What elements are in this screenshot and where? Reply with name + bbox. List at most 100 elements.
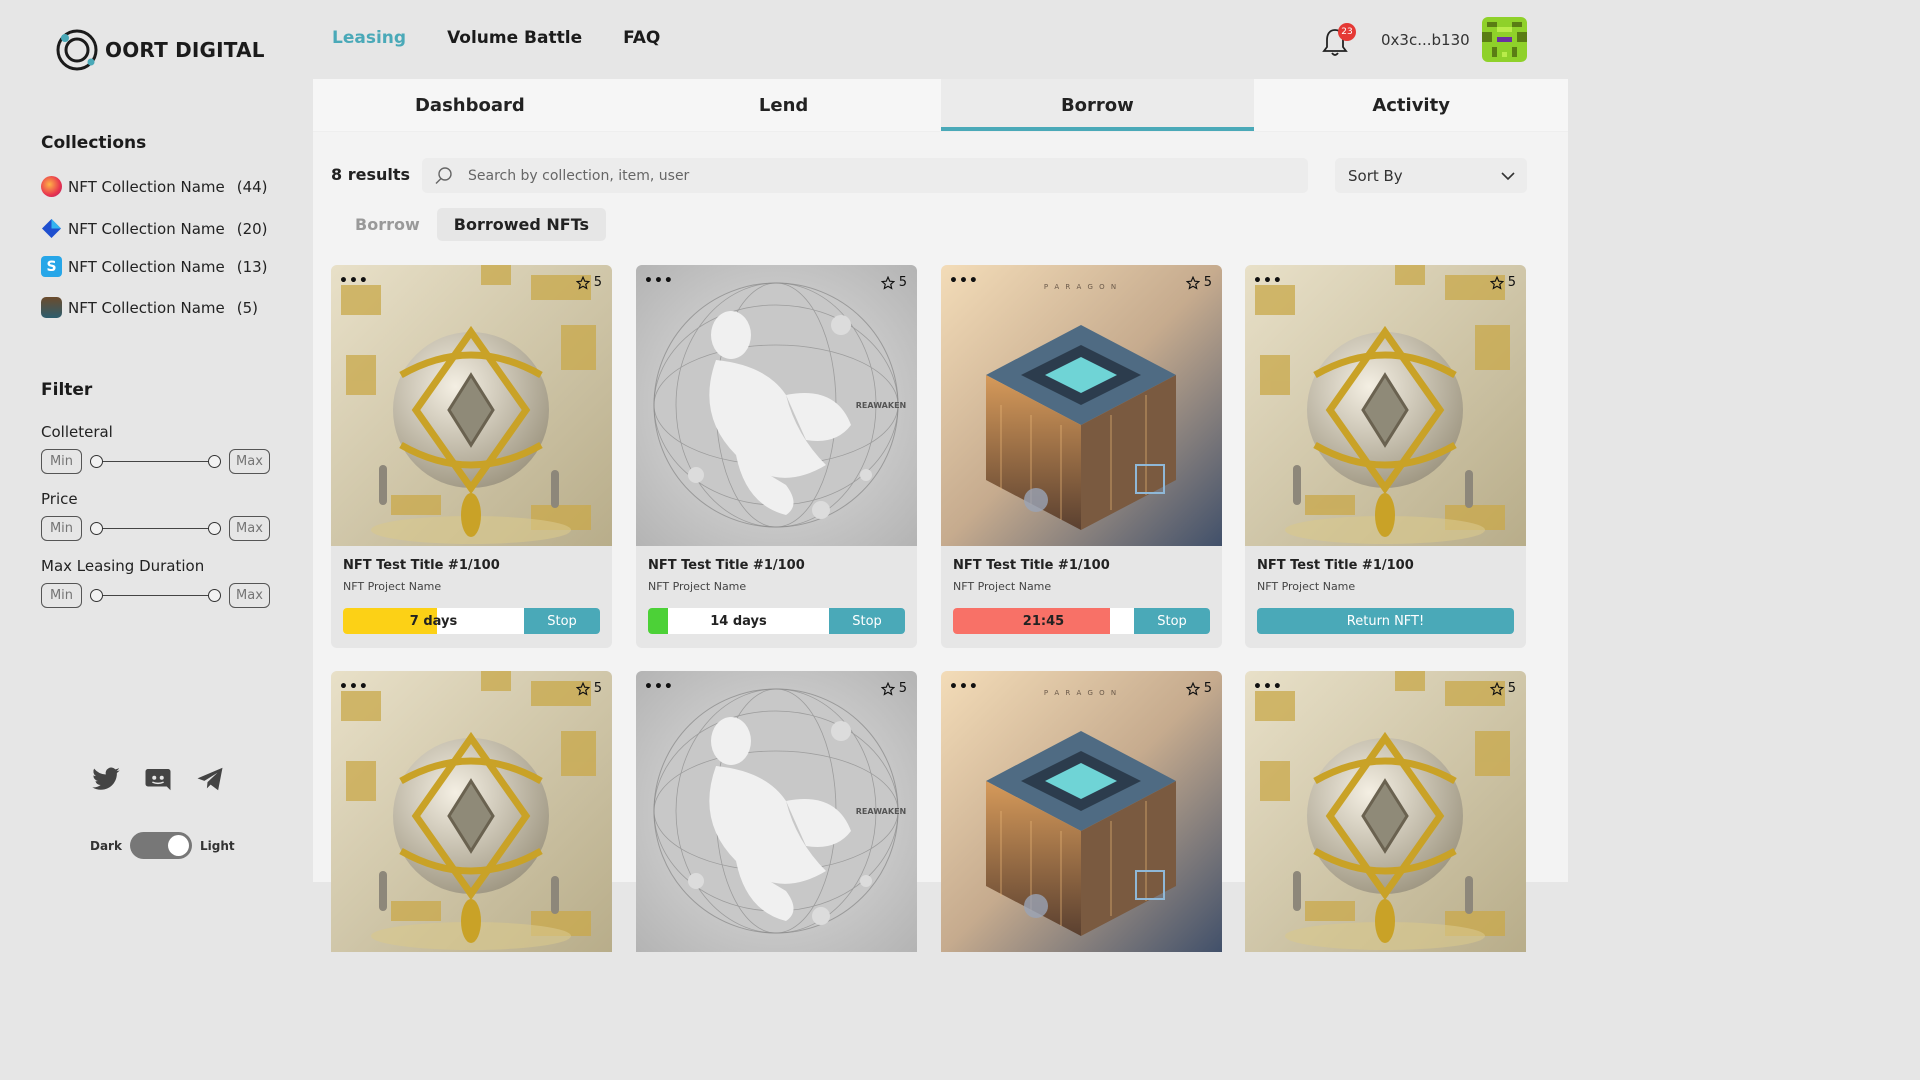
nft-card[interactable]: ••• 5 [331, 671, 612, 971]
search-input[interactable] [468, 167, 1268, 184]
sort-dropdown[interactable]: Sort By [1335, 158, 1527, 193]
more-options-icon[interactable]: ••• [339, 274, 369, 288]
subtabs: Borrow Borrowed NFTs [338, 208, 606, 241]
favorite-count: 5 [1203, 275, 1212, 290]
notifications-button[interactable]: 23 [1320, 23, 1356, 58]
nft-image[interactable]: ••• 5 [331, 265, 612, 546]
favorite-button[interactable]: 5 [880, 681, 907, 696]
price-min-handle[interactable] [90, 522, 103, 535]
results-count: 8 results [331, 165, 411, 184]
collection-item[interactable]: NFT Collection Name (5) [41, 297, 258, 318]
nav-faq[interactable]: FAQ [623, 28, 660, 48]
nft-title: NFT Test Title #1/100 [1257, 558, 1414, 573]
favorite-button[interactable]: 5 [880, 275, 907, 290]
collection-count: (5) [236, 298, 258, 317]
favorite-button[interactable]: 5 [575, 681, 602, 696]
nft-card[interactable]: ••• 5 NFT Test Title #1/100 NFT Project … [331, 265, 612, 648]
nft-image[interactable]: REAWAKEN ••• 5 [636, 265, 917, 546]
tab-dashboard[interactable]: Dashboard [313, 79, 627, 132]
star-icon [1185, 681, 1200, 696]
favorite-count: 5 [898, 275, 907, 290]
favorite-button[interactable]: 5 [1489, 681, 1516, 696]
wallet-address[interactable]: 0x3c...b130 [1381, 31, 1470, 49]
nft-image[interactable]: ••• 5 [331, 671, 612, 952]
brand-logo[interactable]: OORT DIGITAL [55, 28, 265, 72]
stop-button[interactable]: Stop [1134, 608, 1210, 634]
paragon-watermark: P A R A G O N [1044, 283, 1118, 291]
subtab-borrowed-nfts[interactable]: Borrowed NFTs [436, 208, 606, 241]
duration-min-handle[interactable] [90, 589, 103, 602]
telegram-icon[interactable] [195, 764, 225, 794]
collateral-max-handle[interactable] [208, 455, 221, 468]
stop-button[interactable]: Stop [524, 608, 600, 634]
dark-label: Dark [90, 838, 122, 853]
favorite-button[interactable]: 5 [1489, 275, 1516, 290]
favorite-button[interactable]: 5 [575, 275, 602, 290]
theme-toggle[interactable] [129, 832, 192, 859]
collateral-min-input[interactable] [41, 449, 82, 474]
price-min-input[interactable] [41, 516, 82, 541]
toggle-knob [167, 835, 189, 856]
nft-project-name: NFT Project Name [953, 580, 1052, 593]
more-options-icon[interactable]: ••• [949, 274, 979, 288]
nft-image[interactable]: ••• 5 [1245, 671, 1526, 952]
stop-button[interactable]: Stop [829, 608, 905, 634]
avatar[interactable] [1482, 17, 1527, 62]
tiki-logo-icon [41, 297, 62, 318]
star-icon [575, 681, 590, 696]
collateral-max-input[interactable] [229, 449, 270, 474]
nft-image[interactable]: P A R A G O N ••• 5 [941, 265, 1222, 546]
social-links [91, 764, 225, 794]
favorite-button[interactable]: 5 [1185, 275, 1212, 290]
nft-card[interactable]: P A R A G O N ••• 5 NFT Test Title #1/10… [941, 265, 1222, 648]
collateral-min-handle[interactable] [90, 455, 103, 468]
duration-max-input[interactable] [229, 583, 270, 608]
collateral-slider-track[interactable] [96, 461, 215, 462]
star-icon [1489, 275, 1504, 290]
discord-icon[interactable] [143, 764, 173, 794]
subtab-borrow[interactable]: Borrow [338, 208, 437, 241]
more-options-icon[interactable]: ••• [949, 680, 979, 694]
tab-activity[interactable]: Activity [1254, 79, 1568, 132]
flame-logo-icon [41, 176, 62, 197]
price-slider-track[interactable] [96, 528, 215, 529]
brand-name: OORT DIGITAL [105, 38, 265, 62]
favorite-count: 5 [1507, 275, 1516, 290]
duration-max-handle[interactable] [208, 589, 221, 602]
sidebar: Collections NFT Collection Name (44) NFT… [0, 80, 313, 882]
diamond-logo-icon [41, 218, 62, 239]
more-options-icon[interactable]: ••• [1253, 274, 1283, 288]
collection-item[interactable]: S NFT Collection Name (13) [41, 256, 268, 277]
star-icon [1185, 275, 1200, 290]
nft-image[interactable]: REAWAKEN ••• 5 [636, 671, 917, 952]
return-nft-button[interactable]: Return NFT! [1257, 608, 1514, 634]
nft-image[interactable]: ••• 5 [1245, 265, 1526, 546]
duration-slider-track[interactable] [96, 595, 215, 596]
price-range [41, 516, 270, 541]
collection-name: NFT Collection Name [68, 298, 225, 317]
tab-lend[interactable]: Lend [626, 79, 941, 132]
price-max-handle[interactable] [208, 522, 221, 535]
nav-volume-battle[interactable]: Volume Battle [447, 28, 582, 48]
nft-card[interactable]: REAWAKEN ••• 5 NFT Test Title #1/100 NFT… [636, 265, 917, 648]
nft-card[interactable]: REAWAKEN ••• 5 [636, 671, 917, 971]
collection-item[interactable]: NFT Collection Name (20) [41, 218, 268, 239]
favorite-button[interactable]: 5 [1185, 681, 1212, 696]
nav-leasing[interactable]: Leasing [332, 28, 406, 48]
price-max-input[interactable] [229, 516, 270, 541]
nft-card[interactable]: P A R A G O N ••• 5 [941, 671, 1222, 971]
duration-min-input[interactable] [41, 583, 82, 608]
collateral-range [41, 449, 270, 474]
more-options-icon[interactable]: ••• [644, 680, 674, 694]
nft-image[interactable]: P A R A G O N ••• 5 [941, 671, 1222, 952]
twitter-icon[interactable] [91, 764, 121, 794]
nft-card[interactable]: ••• 5 [1245, 671, 1526, 971]
collection-item[interactable]: NFT Collection Name (44) [41, 176, 268, 197]
more-options-icon[interactable]: ••• [339, 680, 369, 694]
nft-card[interactable]: ••• 5 NFT Test Title #1/100 NFT Project … [1245, 265, 1526, 648]
more-options-icon[interactable]: ••• [1253, 680, 1283, 694]
star-icon [575, 275, 590, 290]
tab-borrow[interactable]: Borrow [940, 79, 1255, 132]
main-tabs: Dashboard Lend Borrow Activity [313, 79, 1568, 132]
more-options-icon[interactable]: ••• [644, 274, 674, 288]
